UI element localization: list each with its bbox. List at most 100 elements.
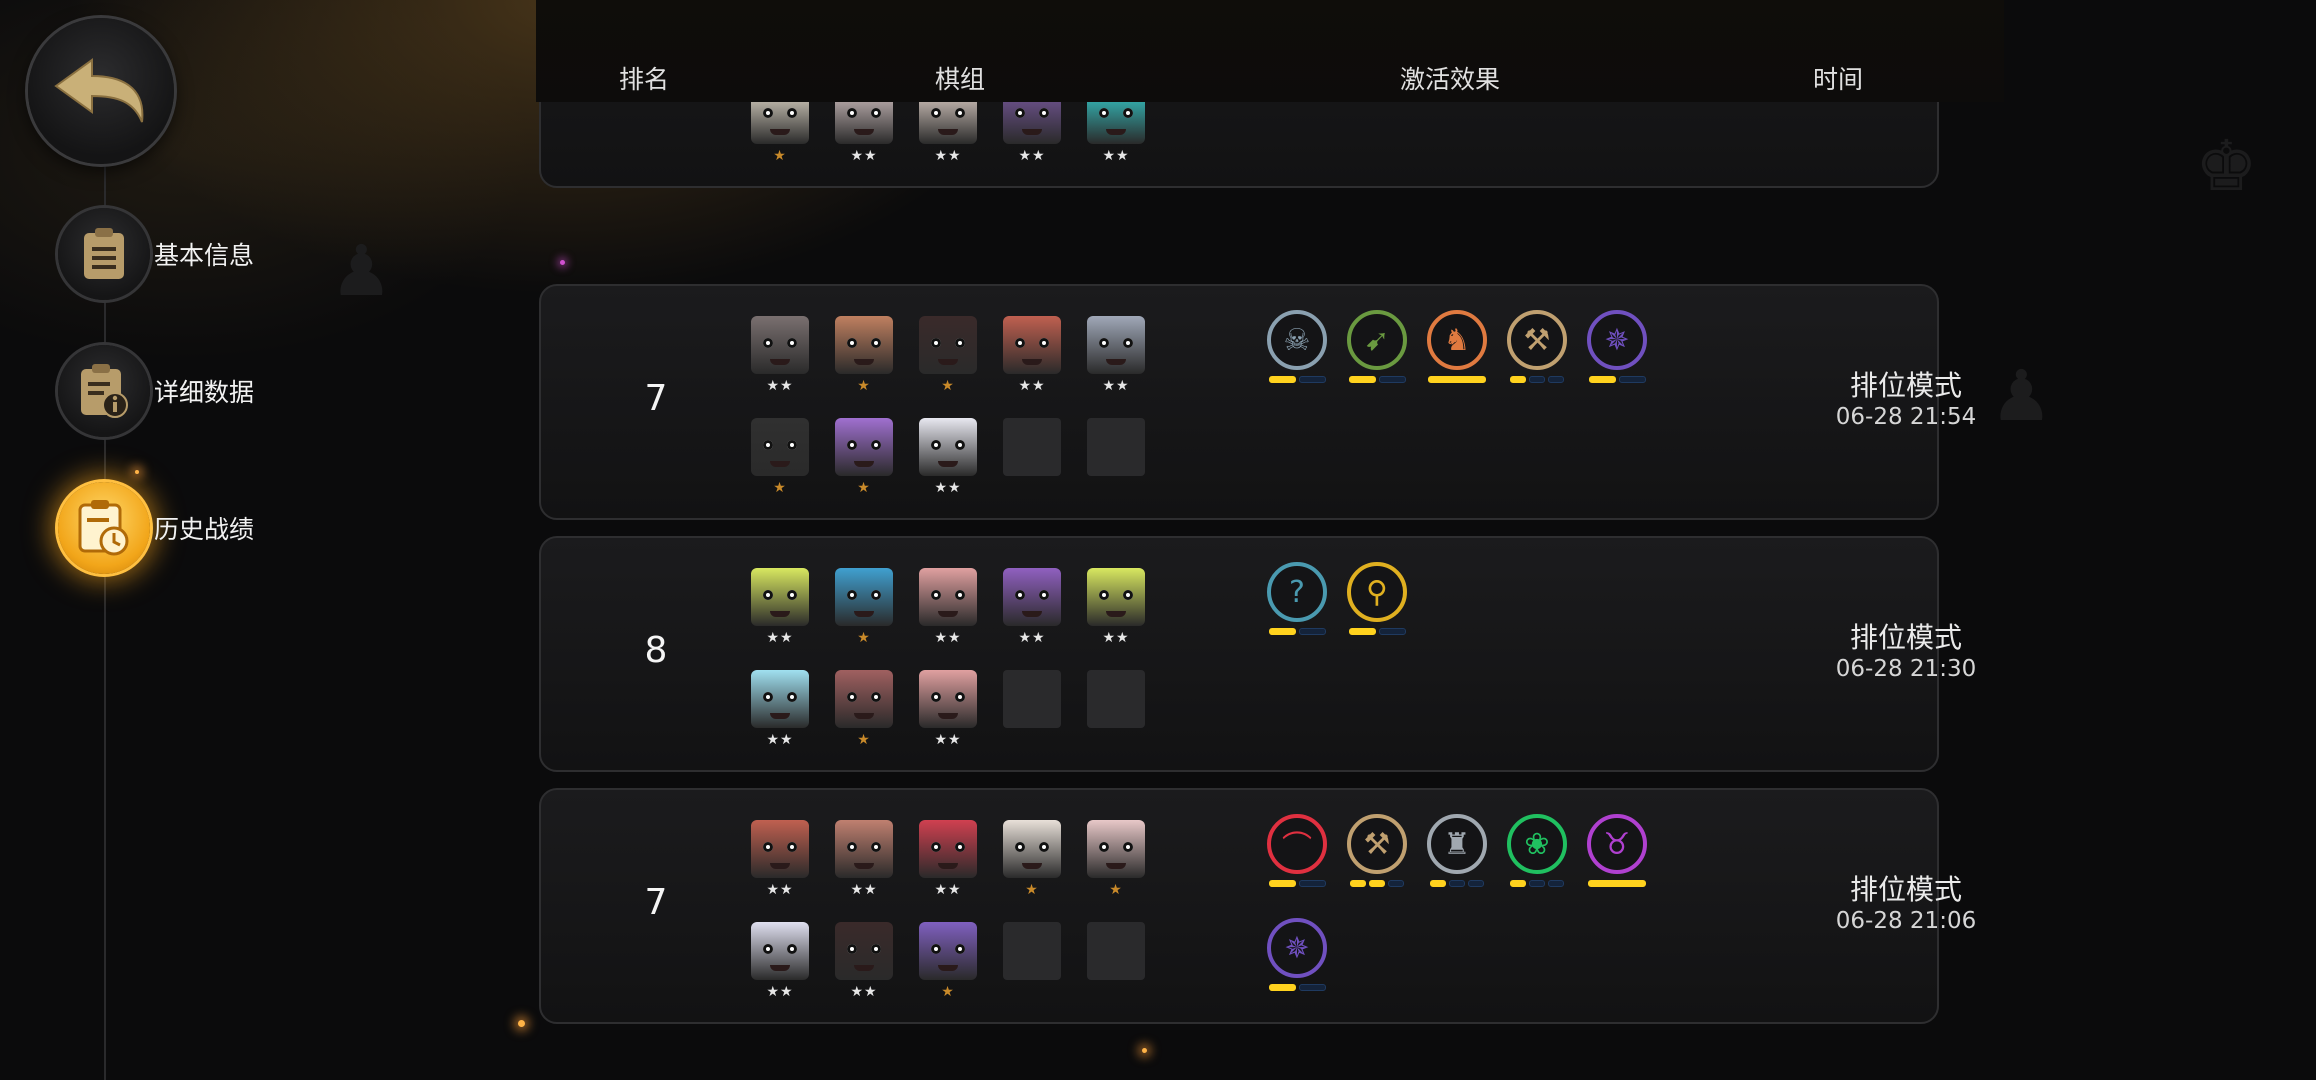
unit-star-rating: ★ [857, 378, 871, 394]
axe-icon: ⚒ [1507, 310, 1567, 370]
unit-star-rating: ★★ [766, 882, 794, 898]
unit-star-rating: ★★ [1102, 630, 1130, 646]
unit-portrait-icon [1003, 568, 1061, 626]
trait-level-bars [1347, 376, 1407, 383]
chess-pawn-icon: ♟ [330, 230, 393, 312]
match-record-card[interactable]: 6★★★★★★★★★★★★★★★★★★☠♉⌂◎✦排位模式06-28 22:47 [539, 102, 1939, 188]
unit-portrait-icon [919, 922, 977, 980]
unit-star-rating: ★★ [934, 882, 962, 898]
match-record-card[interactable]: 7 ★★ ★ ★ ★★ ★★ ★ ★ ★★ ☠ ➹ ♞ ⚒ ✵ 排位模式 06-28 21:54 [539, 284, 1976, 520]
chess-unit[interactable]: ★ [751, 102, 809, 166]
chess-unit[interactable]: ★★ [751, 568, 809, 648]
unit-star-rating: ★★ [766, 378, 794, 394]
match-record-card[interactable]: 8 ★★ ★ ★★ ★★ ★★ ★★ ★ ★★? ⚲ 排位模式 06-28 21:30 [539, 536, 1976, 772]
back-arrow-icon [54, 58, 144, 123]
nav-history[interactable]: 历史战绩 [58, 482, 254, 574]
chess-unit[interactable]: ★★ [1003, 316, 1061, 396]
chess-unit[interactable]: ★★ [1087, 316, 1145, 396]
unit-star-rating: ★★ [766, 984, 794, 1000]
chess-unit[interactable]: ★★ [1003, 102, 1061, 166]
paw-icon: ❀ [1507, 814, 1567, 874]
history-list[interactable]: 6★★★★★★★★★★★★★★★★★★☠♉⌂◎✦排位模式06-28 22:477… [536, 102, 2004, 1080]
trait-badge[interactable]: ♞ [1427, 310, 1487, 390]
chess-unit[interactable]: ★ [835, 670, 893, 750]
trait-level-bars [1347, 880, 1407, 887]
trait-badge[interactable]: ⌒ [1267, 814, 1327, 894]
unit-star-rating: ★ [773, 148, 787, 164]
empty-unit-slot [1087, 670, 1145, 728]
trait-badge[interactable]: ♉ [1587, 814, 1647, 894]
nav-basic-info-button[interactable] [58, 208, 150, 300]
chess-unit[interactable]: ★ [1003, 820, 1061, 900]
chess-unit[interactable]: ★ [835, 568, 893, 648]
trait-badge[interactable]: ⚒ [1507, 310, 1567, 390]
trait-level-bars [1427, 880, 1487, 887]
unit-star-rating: ★ [773, 480, 787, 496]
trait-level-bars [1507, 376, 1567, 383]
empty-unit-slot [1003, 418, 1061, 476]
nav-detail-data[interactable]: 详细数据 [58, 345, 254, 437]
unit-star-rating: ★★ [1018, 630, 1046, 646]
unit-portrait-icon [1087, 316, 1145, 374]
nav-history-button[interactable] [58, 482, 150, 574]
nav-detail-data-button[interactable] [58, 345, 150, 437]
clipboard-icon [84, 228, 124, 279]
trait-badge[interactable]: ⚒ [1347, 814, 1407, 894]
chess-unit[interactable]: ★ [919, 316, 977, 396]
spark-particle [135, 470, 139, 474]
trait-badge[interactable]: ☠ [1267, 310, 1327, 390]
chess-unit[interactable]: ★ [835, 418, 893, 498]
header-lineup: 棋组 [934, 65, 986, 94]
chess-unit[interactable]: ★★ [751, 316, 809, 396]
chess-unit[interactable]: ★ [1087, 820, 1145, 900]
empty-unit-slot [1087, 922, 1145, 980]
chess-unit[interactable]: ★★ [919, 568, 977, 648]
chess-unit[interactable]: ★ [919, 922, 977, 1002]
chess-unit[interactable]: ★★ [835, 102, 893, 166]
unit-portrait-icon [835, 316, 893, 374]
chess-unit[interactable]: ★★ [835, 922, 893, 1002]
trait-level-bars [1267, 984, 1327, 991]
trait-level-bars [1267, 628, 1327, 635]
unit-portrait-icon [751, 418, 809, 476]
unit-star-rating: ★ [941, 378, 955, 394]
unit-portrait-icon [751, 670, 809, 728]
trait-badge[interactable]: ⚲ [1347, 562, 1407, 642]
chess-unit[interactable]: ★★ [751, 922, 809, 1002]
unit-portrait-icon [751, 568, 809, 626]
chess-unit[interactable]: ★★ [919, 820, 977, 900]
match-rank: 7 [644, 882, 668, 923]
back-button[interactable] [28, 18, 174, 164]
chess-unit[interactable]: ★★ [1087, 102, 1145, 166]
chess-unit[interactable]: ★ [751, 418, 809, 498]
unit-portrait-icon [919, 316, 977, 374]
spark-particle [518, 1020, 525, 1027]
chess-unit[interactable]: ★★ [919, 102, 977, 166]
trait-level-bars [1267, 376, 1327, 383]
unit-portrait-icon [1087, 820, 1145, 878]
unit-portrait-icon [835, 568, 893, 626]
chess-unit[interactable]: ★ [835, 316, 893, 396]
chess-unit[interactable]: ★★ [919, 670, 977, 750]
chess-unit[interactable]: ★★ [1087, 568, 1145, 648]
header-time: 时间 [1812, 65, 1864, 94]
unit-portrait-icon [751, 102, 809, 144]
trait-badge[interactable]: ❀ [1507, 814, 1567, 894]
trait-badge[interactable]: ✵ [1267, 918, 1327, 998]
chess-unit[interactable]: ★★ [751, 820, 809, 900]
nav-basic-info[interactable]: 基本信息 [58, 208, 254, 300]
match-mode: 排位模式 [1849, 369, 1962, 402]
trait-badge[interactable]: ? [1267, 562, 1327, 642]
chess-unit[interactable]: ★★ [919, 418, 977, 498]
unit-portrait-icon [835, 820, 893, 878]
match-mode: 排位模式 [1849, 621, 1962, 654]
trait-badge[interactable]: ♜ [1427, 814, 1487, 894]
trait-badge[interactable]: ➹ [1347, 310, 1407, 390]
chess-unit[interactable]: ★★ [1003, 568, 1061, 648]
chess-unit[interactable]: ★★ [835, 820, 893, 900]
nav-history-label: 历史战绩 [154, 515, 255, 544]
chess-unit[interactable]: ★★ [751, 670, 809, 750]
match-record-card[interactable]: 7 ★★ ★★ ★★ ★ ★ ★★ ★★ ★ ⌒ ⚒ ♜ ❀ ♉ ✵ 排位模式 06-28 21:06 [539, 788, 1976, 1024]
trait-badge[interactable]: ✵ [1587, 310, 1647, 390]
fish-icon: ✵ [1267, 918, 1327, 978]
